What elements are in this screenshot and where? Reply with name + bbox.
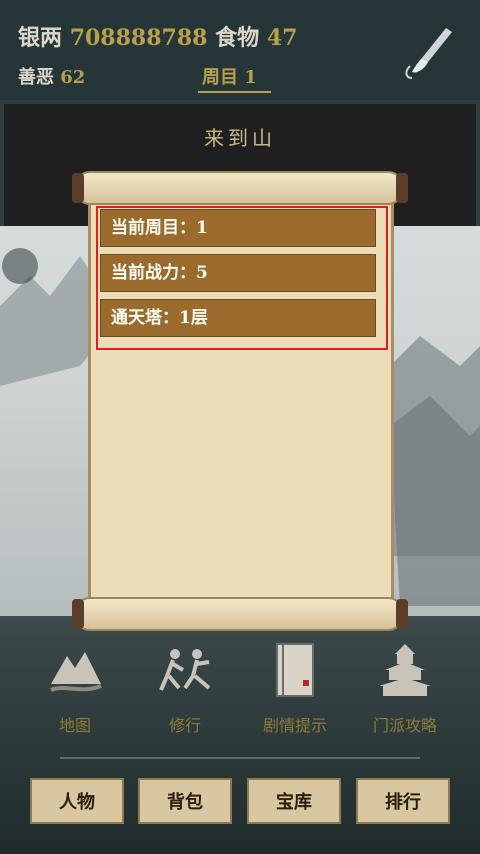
loop-value: 1 [244, 67, 257, 88]
food-value: 47 [266, 25, 298, 51]
menu-sect-guide[interactable]: 门派攻略 [350, 640, 460, 736]
status-bar: 银两 708888788 食物 47 善恶 62 周目 1 [0, 0, 480, 100]
map-icon [45, 640, 105, 700]
menu-label-story-hint: 剧情提示 [262, 716, 327, 735]
silver-label: 银两 [18, 25, 63, 51]
backpack-button-label: 背包 [167, 792, 203, 813]
loop-label: 周目 [202, 67, 238, 88]
training-icon [155, 640, 215, 700]
ranking-button[interactable]: 排行 [356, 778, 450, 824]
brush-icon-graphic [405, 28, 452, 79]
menu-label-map: 地图 [58, 716, 91, 735]
treasury-button[interactable]: 宝库 [247, 778, 341, 824]
divider [60, 757, 420, 759]
character-button-label: 人物 [59, 792, 95, 813]
scroll-rod-bottom [74, 597, 404, 631]
info-row-loop: 当前周目：1 [100, 209, 376, 247]
food-label: 食物 [215, 25, 260, 51]
menu-label-sect-guide: 门派攻略 [372, 716, 437, 735]
karma-label: 善恶 [18, 67, 54, 88]
backpack-button[interactable]: 背包 [138, 778, 232, 824]
info-row-power: 当前战力：5 [100, 254, 376, 292]
scroll-rod-top [74, 171, 404, 205]
silver-value: 708888788 [69, 25, 208, 51]
menu-label-training: 修行 [168, 716, 201, 735]
scroll-rod-end [396, 173, 408, 203]
info-row-tower: 通天塔：1层 [100, 299, 376, 337]
brush-icon[interactable] [400, 22, 460, 82]
resource-row: 银两 708888788 食物 47 [18, 20, 297, 52]
karma-row: 善恶 62 [18, 63, 85, 89]
scroll-rod-end [72, 599, 84, 629]
menu-story-hint[interactable]: 剧情提示 [240, 640, 350, 736]
ranking-button-label: 排行 [385, 792, 421, 813]
scroll-rod-end [72, 173, 84, 203]
treasury-button-label: 宝库 [276, 792, 312, 813]
sect-guide-icon [375, 640, 435, 700]
loop-counter: 周目 1 [198, 63, 271, 93]
banner-text: 来到山 [204, 126, 276, 150]
menu-training[interactable]: 修行 [130, 640, 240, 736]
story-hint-icon [265, 640, 325, 700]
scroll-rod-end [396, 599, 408, 629]
karma-value: 62 [60, 67, 86, 88]
menu-map[interactable]: 地图 [20, 640, 130, 736]
character-button[interactable]: 人物 [30, 778, 124, 824]
